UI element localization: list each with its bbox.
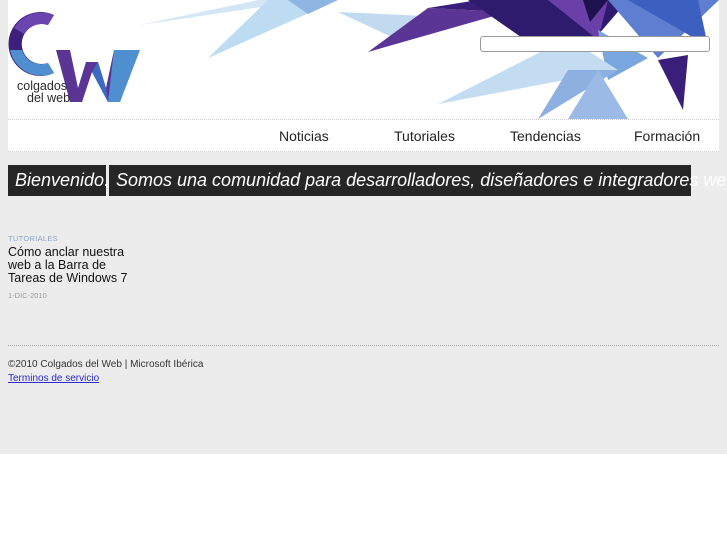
- footer-divider: [8, 345, 719, 346]
- logo-text-delweb: del web: [27, 91, 71, 105]
- header: colgados del web: [8, 0, 719, 119]
- terms-of-service-link[interactable]: Terminos de servicio: [8, 373, 99, 384]
- search-input[interactable]: [480, 36, 710, 52]
- nav-item-tutoriales[interactable]: Tutoriales: [394, 128, 455, 144]
- post-category[interactable]: TUTORIALES: [8, 234, 128, 243]
- nav-item-tendencias[interactable]: Tendencias: [510, 128, 581, 144]
- welcome-tagline: Somos una comunidad para desarrolladores…: [109, 165, 727, 196]
- nav-item-formacion[interactable]: Formación: [634, 128, 700, 144]
- main-nav: Noticias Tutoriales Tendencias Formación: [8, 119, 719, 152]
- page-background: colgados del web Noticias Tutoriales Ten…: [0, 0, 727, 454]
- post-date: 1-DIC-2010: [8, 291, 47, 300]
- post-teaser: TUTORIALES Cómo anclar nuestra web a la …: [8, 234, 128, 300]
- footer-copyright: ©2010 Colgados del Web | Microsoft Ibéri…: [8, 359, 204, 370]
- logo[interactable]: colgados del web: [8, 10, 148, 106]
- nav-item-noticias[interactable]: Noticias: [279, 128, 329, 144]
- post-title[interactable]: Cómo anclar nuestra web a la Barra de Ta…: [8, 246, 128, 285]
- welcome-greeting: Bienvenido.: [8, 165, 109, 196]
